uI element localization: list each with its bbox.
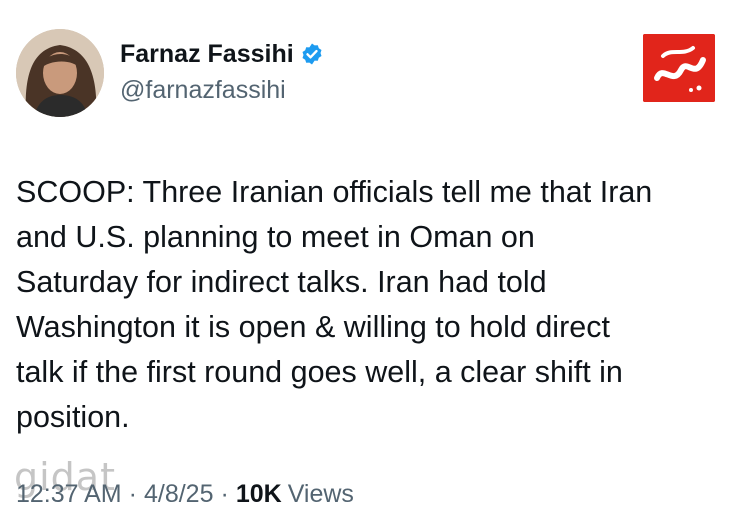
author-avatar[interactable] bbox=[16, 29, 104, 117]
meta-separator: · bbox=[128, 480, 137, 508]
tweet-date[interactable]: 4/8/25 bbox=[144, 480, 214, 509]
views-count: 10K bbox=[235, 480, 282, 508]
meta-separator: · bbox=[220, 480, 229, 508]
views-label: Views bbox=[287, 480, 354, 508]
tweet-text: SCOOP: Three Iranian officials tell me t… bbox=[16, 175, 653, 434]
avatar-photo bbox=[16, 29, 104, 117]
tweet-meta: 12:37 AM · 4/8/25 · 10K Views bbox=[16, 480, 354, 509]
author-name-row[interactable]: Farnaz Fassihi bbox=[120, 38, 324, 70]
tweet-time[interactable]: 12:37 AM bbox=[16, 480, 122, 509]
mihan-logo bbox=[643, 34, 715, 102]
author-handle[interactable]: @farnazfassihi bbox=[120, 76, 286, 105]
verified-badge-icon bbox=[300, 42, 324, 66]
author-display-name[interactable]: Farnaz Fassihi bbox=[120, 40, 294, 69]
